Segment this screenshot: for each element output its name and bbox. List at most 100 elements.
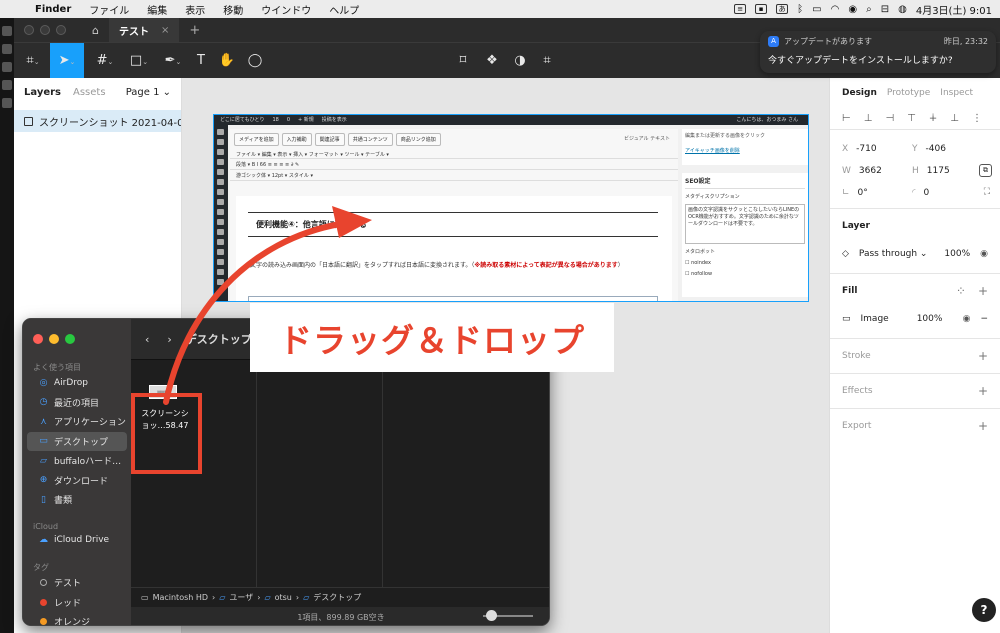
path-item[interactable]: Macintosh HD [153,593,208,602]
shape-tool-icon[interactable]: □⌄ [122,43,156,79]
bluetooth-icon[interactable]: ᛒ [797,4,803,15]
main-menu-icon[interactable]: ⌗⌄ [16,43,50,79]
tab-layers[interactable]: Layers [24,87,61,98]
fill-opacity[interactable]: 100% [917,314,943,324]
path-item[interactable]: ユーザ [229,592,253,603]
tab-inspect[interactable]: Inspect [940,88,973,98]
fill-eye-icon[interactable]: ◉ [963,314,971,324]
file-tab[interactable]: テスト × [108,18,180,42]
add-stroke-icon[interactable]: + [978,349,988,363]
frame-tool-icon[interactable]: #⌄ [88,43,122,79]
control-center-icon[interactable]: ⊟ [881,4,889,15]
column[interactable] [257,360,383,588]
align-left-icon[interactable]: ⊢ [842,113,851,124]
sidebar-tag-red[interactable]: レッド [27,593,127,613]
constrain-proportions-icon[interactable]: ⧉ [979,164,992,177]
sidebar-item-buffalo[interactable]: ▱ buffaloハード… [27,451,127,471]
finder-title: デスクトップ [185,333,252,346]
forward-icon[interactable]: › [167,333,171,346]
remove-fill-icon[interactable]: − [980,314,988,324]
clock[interactable]: 4月3日(土) 9:01 [916,2,992,17]
align-bottom-icon[interactable]: ⊥ [950,113,959,124]
ime-icon[interactable]: あ [776,4,789,14]
blend-mode-select[interactable]: Pass through ⌄ [859,249,928,259]
path-item[interactable]: デスクトップ [313,592,361,603]
h-field[interactable]: H 1175 [912,166,982,176]
screen-record-icon[interactable]: ▪ [755,4,768,14]
tab-assets[interactable]: Assets [73,87,106,98]
column[interactable] [383,360,549,588]
add-effect-icon[interactable]: + [978,384,988,398]
menu-edit[interactable]: 編集 [138,2,176,17]
wp-meta-label: メタディスクリプション [685,194,740,200]
icon-size-slider[interactable] [483,610,533,621]
finder-minimize-button[interactable] [49,334,59,344]
update-notification[interactable]: A アップデートがあります 昨日, 23:32 今すぐアップデートをインストール… [760,31,996,73]
align-right-icon[interactable]: ⊣ [885,113,894,124]
clipboard-icon[interactable]: ≡ [734,4,747,14]
file-tab-title: テスト [118,26,149,38]
finder-close-button[interactable] [33,334,43,344]
comment-tool-icon[interactable]: ◯ [238,43,272,79]
align-center-h-icon[interactable]: ⊥ [864,113,873,124]
sidebar-tag-orange[interactable]: オレンジ [27,612,127,625]
wp-right-column: 編集または更新する画像をクリック アイキャッチ画像を削除 SEO設定 メタディス… [682,129,808,301]
sidebar-tag-test[interactable]: テスト [27,573,127,593]
page-selector[interactable]: Page 1 ⌄ [126,87,171,98]
fill-styles-icon[interactable]: ⁘ [956,284,966,298]
independent-corners-icon[interactable]: ⛶ [984,187,990,197]
wifi-icon[interactable]: ◠ [831,4,840,15]
move-tool-icon[interactable]: ➤⌄ [50,43,84,79]
layer-opacity[interactable]: 100% [944,249,970,259]
close-tab-icon[interactable]: × [161,25,169,36]
layer-item[interactable]: スクリーンショット 2021-04-03 8.... [14,110,181,132]
home-icon[interactable]: ⌂ [92,24,99,37]
back-icon[interactable]: ‹ [145,333,149,346]
tab-design[interactable]: Design [842,88,877,98]
x-field[interactable]: X -710 [842,144,912,154]
slider-knob[interactable] [486,610,497,621]
align-top-icon[interactable]: ⊤ [907,113,916,124]
menu-help[interactable]: ヘルプ [320,2,368,17]
image-fill-swatch-icon[interactable]: ▭ [842,314,851,324]
finder-zoom-button[interactable] [65,334,75,344]
search-icon[interactable]: ⌕ [866,4,872,15]
column[interactable]: ▤▤▤ スクリーンシ ョッ…58.47 [131,360,257,588]
path-item[interactable]: otsu [275,593,292,602]
add-fill-icon[interactable]: + [978,284,988,298]
sidebar-item-downloads[interactable]: ⊕ ダウンロード [27,471,127,491]
menu-view[interactable]: 表示 [176,2,214,17]
zoom-button[interactable] [56,25,66,35]
radius-field[interactable]: ◜ 0 [912,188,982,198]
add-export-icon[interactable]: + [978,419,988,433]
help-button[interactable]: ? [972,598,996,622]
menu-app-name[interactable]: Finder [26,4,80,15]
menu-file[interactable]: ファイル [80,2,138,17]
minimize-button[interactable] [40,25,50,35]
y-field[interactable]: Y -406 [912,144,982,154]
sidebar-item-desktop[interactable]: ▭ デスクトップ [27,431,127,451]
notification-message: 今すぐアップデートをインストールしますか? [768,56,953,66]
menu-window[interactable]: ウインドウ [252,2,320,17]
w-field[interactable]: W 3662 [842,166,912,176]
distribute-icon[interactable]: ⋮ [972,113,982,124]
close-button[interactable] [24,25,34,35]
h-label: H [912,166,919,176]
sidebar-item-documents[interactable]: ▯ 書類 [27,490,127,510]
sidebar-item-recents[interactable]: ◷ 最近の項目 [27,393,127,413]
eye-icon[interactable]: ◉ [980,249,988,259]
sidebar-item-applications[interactable]: ⋏ アプリケーション [27,412,127,432]
canvas-image-layer[interactable]: どこに居てもひとり 18 0 + 新規 投稿を表示 こんにちは、おつまみ さん … [213,114,809,302]
battery-icon[interactable]: ▭ [812,4,821,15]
sidebar-item-icloud-drive[interactable]: ☁ iCloud Drive [27,531,127,551]
siri-icon[interactable]: ◍ [898,4,907,15]
new-tab-icon[interactable]: + [189,23,200,38]
status-area: ≡ ▪ あ ᛒ ▭ ◠ ◉ ⌕ ⊟ ◍ 4月3日(土) 9:01 [734,2,1000,17]
rotation-field[interactable]: ∟ 0° [842,188,912,198]
crop-icon[interactable]: ⌗ [530,43,564,79]
menu-go[interactable]: 移動 [214,2,252,17]
align-middle-icon[interactable]: ∔ [929,113,937,124]
user-icon[interactable]: ◉ [848,4,857,15]
sidebar-item-airdrop[interactable]: ◎ AirDrop [27,373,127,393]
tab-prototype[interactable]: Prototype [887,88,930,98]
